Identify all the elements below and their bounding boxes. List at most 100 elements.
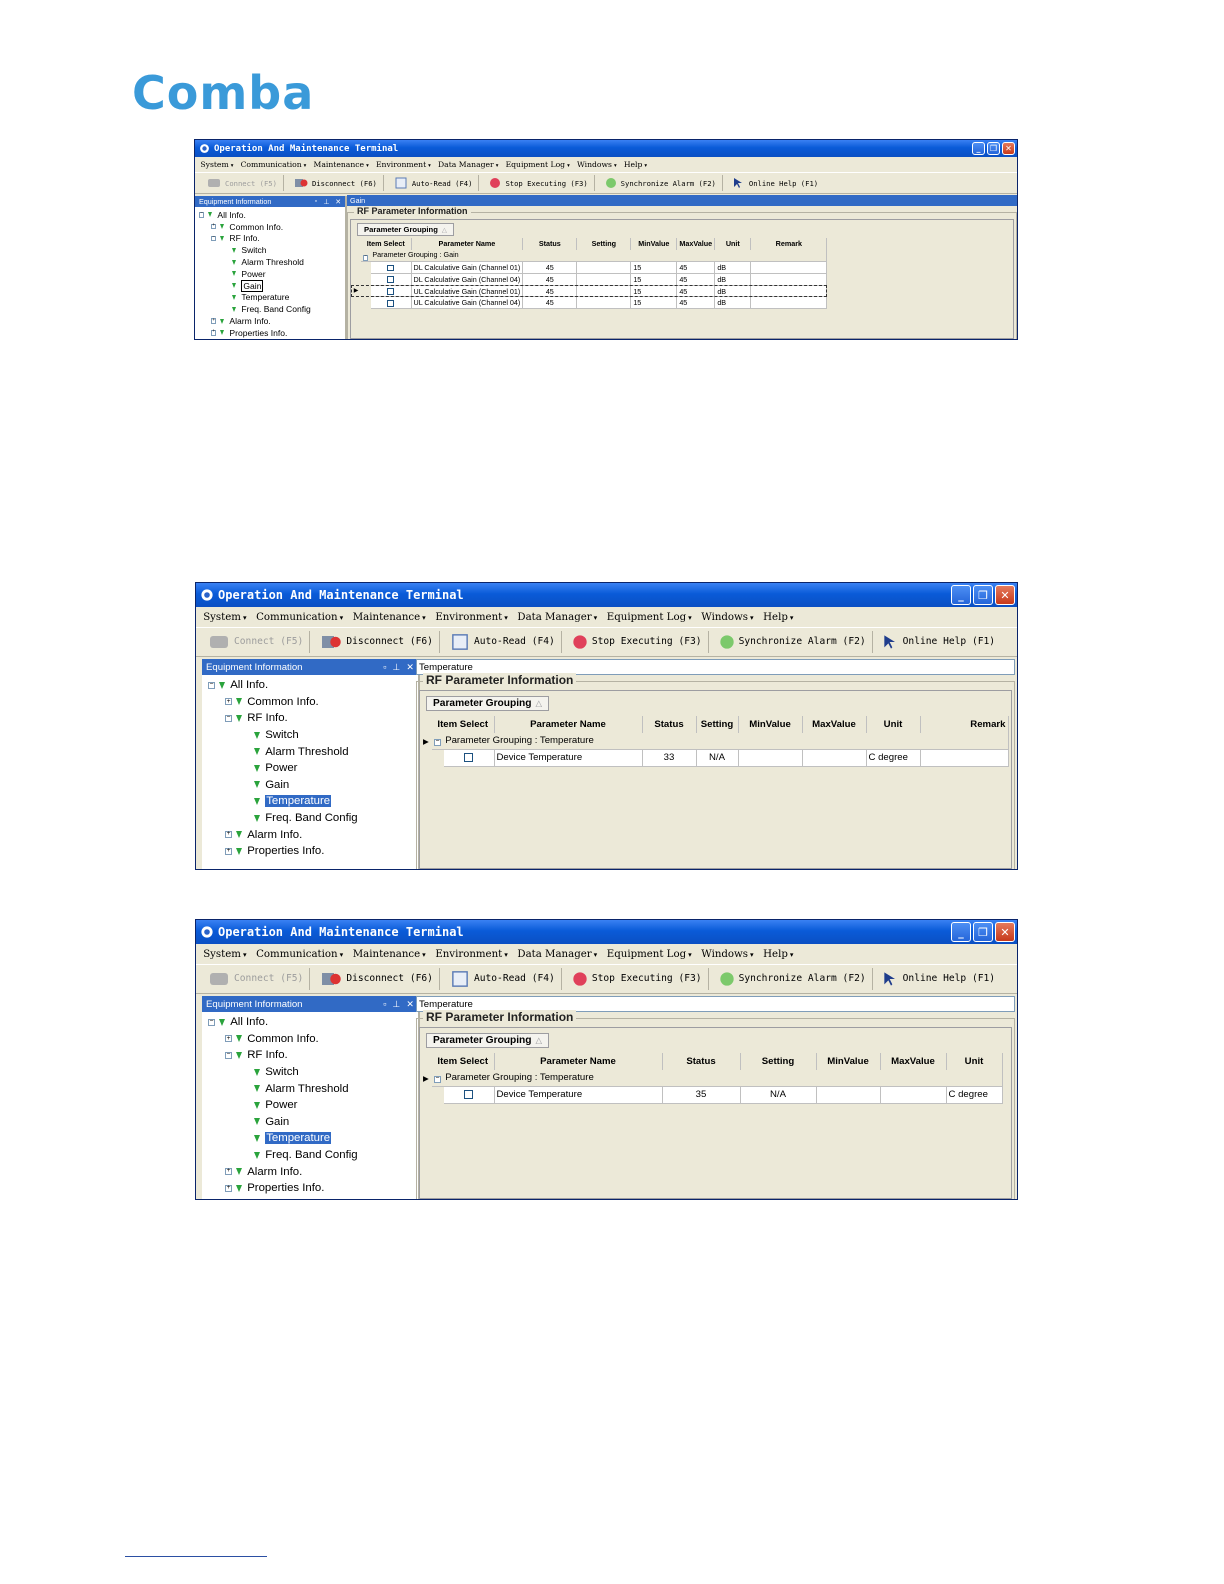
item-select-checkbox[interactable] xyxy=(464,1090,474,1100)
collapse-icon[interactable]: − xyxy=(434,1076,442,1084)
tree-item-all-info[interactable]: − All Info. xyxy=(195,209,345,221)
tree-item-alarm-threshold[interactable]: Alarm Threshold xyxy=(195,256,345,268)
tree-item-alarm-threshold[interactable]: Alarm Threshold xyxy=(202,1080,418,1097)
panel-float-icon[interactable]: ▫ xyxy=(383,999,386,1010)
expand-icon[interactable]: + xyxy=(211,318,217,324)
col-unit[interactable]: Unit xyxy=(946,1053,1003,1070)
col-status[interactable]: Status xyxy=(662,1053,741,1070)
expand-icon[interactable]: + xyxy=(225,847,233,855)
tree-item-common-info[interactable]: + Common Info. xyxy=(202,694,418,711)
menu-system[interactable]: System ▾ xyxy=(203,612,246,623)
tree-item-switch[interactable]: Switch xyxy=(202,1064,418,1081)
menu-environment[interactable]: Environment ▾ xyxy=(435,612,508,623)
tree-item-power[interactable]: Power xyxy=(202,1097,418,1114)
menu-help[interactable]: Help ▾ xyxy=(763,949,793,960)
connect-button[interactable]: Connect (F5) xyxy=(202,967,311,991)
tree-item-properties-info[interactable]: + Properties Info. xyxy=(202,1180,418,1197)
menu-equipment-log[interactable]: Equipment Log ▾ xyxy=(506,160,570,169)
close-button[interactable]: ✕ xyxy=(995,922,1015,942)
tree-item-rf-info[interactable]: − RF Info. xyxy=(195,233,345,245)
menu-communication[interactable]: Communication ▾ xyxy=(241,160,307,169)
disconnect-button[interactable]: Disconnect (F6) xyxy=(288,175,384,191)
table-row[interactable]: DL Calculative Gain (Channel 04) 45 15 4… xyxy=(351,273,828,286)
expand-icon[interactable]: + xyxy=(225,830,233,839)
menu-help[interactable]: Help ▾ xyxy=(624,160,647,169)
col-maxvalue[interactable]: MaxValue xyxy=(676,237,716,250)
panel-close-icon[interactable]: ✕ xyxy=(406,662,414,673)
tree-item-gain[interactable]: Gain xyxy=(202,777,418,794)
item-select-checkbox[interactable] xyxy=(387,288,395,296)
tree-item-temperature[interactable]: Temperature xyxy=(202,1130,418,1147)
tree-item-common-info[interactable]: + Common Info. xyxy=(195,221,345,233)
connect-button[interactable]: Connect (F5) xyxy=(201,175,284,191)
tree-item-alarm-info[interactable]: + Alarm Info. xyxy=(195,315,345,327)
item-select-checkbox[interactable] xyxy=(464,753,474,763)
restore-button[interactable]: ❐ xyxy=(987,142,1000,155)
setting-cell[interactable] xyxy=(576,296,632,310)
col-unit[interactable]: Unit xyxy=(714,237,752,250)
collapse-icon[interactable]: − xyxy=(208,1018,216,1026)
tree-item-gain[interactable]: Gain xyxy=(202,1114,418,1131)
expand-icon[interactable]: + xyxy=(225,698,233,706)
item-select-cell[interactable] xyxy=(371,261,412,274)
item-select-cell[interactable] xyxy=(444,749,495,767)
disconnect-button[interactable]: Disconnect (F6) xyxy=(314,967,440,991)
online-help-button[interactable]: Online Help (F1) xyxy=(877,631,1001,653)
item-select-cell[interactable] xyxy=(371,285,412,298)
table-row[interactable]: Device Temperature 33 N/A C degree xyxy=(420,749,1009,767)
collapse-icon[interactable]: − xyxy=(363,254,369,261)
menu-maintenance[interactable]: Maintenance ▾ xyxy=(353,949,426,960)
close-button[interactable]: ✕ xyxy=(1002,142,1015,155)
menu-equipment-log[interactable]: Equipment Log ▾ xyxy=(607,949,692,960)
col-status[interactable]: Status xyxy=(642,716,697,733)
col-parameter-name[interactable]: Parameter Name xyxy=(494,1053,663,1070)
menu-maintenance[interactable]: Maintenance ▾ xyxy=(314,160,369,169)
pin-icon[interactable]: ⊥ xyxy=(323,198,329,206)
menu-maintenance[interactable]: Maintenance ▾ xyxy=(353,612,426,623)
table-row-current[interactable]: ▶ UL Calculative Gain (Channel 01) 45 15… xyxy=(351,285,828,298)
minimize-button[interactable]: _ xyxy=(951,922,971,942)
item-select-cell[interactable] xyxy=(371,296,412,310)
menu-environment[interactable]: Environment ▾ xyxy=(376,160,431,169)
item-select-cell[interactable] xyxy=(444,1086,495,1104)
synchronize-alarm-button[interactable]: Synchronize Alarm (F2) xyxy=(599,175,723,191)
col-setting[interactable]: Setting xyxy=(740,1053,817,1070)
collapse-icon[interactable]: − xyxy=(208,681,216,689)
auto-read-button[interactable]: Auto-Read (F4) xyxy=(444,630,562,654)
tree-item-alarm-info[interactable]: + Alarm Info. xyxy=(202,1163,418,1180)
collapse-icon[interactable]: − xyxy=(434,739,442,747)
setting-cell[interactable] xyxy=(576,273,632,286)
menu-data-manager[interactable]: Data Manager ▾ xyxy=(517,949,597,960)
panel-float-icon[interactable]: ▫ xyxy=(383,662,386,673)
synchronize-alarm-button[interactable]: Synchronize Alarm (F2) xyxy=(713,967,873,991)
collapse-icon[interactable]: − xyxy=(199,211,205,218)
menu-data-manager[interactable]: Data Manager ▾ xyxy=(517,612,597,623)
collapse-icon[interactable]: − xyxy=(225,714,233,723)
tree-item-gain[interactable]: Gain xyxy=(195,279,345,292)
parameter-grouping-button[interactable]: Parameter Grouping △ xyxy=(426,696,550,712)
item-select-checkbox[interactable] xyxy=(387,264,395,272)
tree-item-alarm-threshold[interactable]: Alarm Threshold xyxy=(202,743,418,760)
col-setting[interactable]: Setting xyxy=(696,716,739,733)
col-maxvalue[interactable]: MaxValue xyxy=(802,716,867,733)
menu-data-manager[interactable]: Data Manager ▾ xyxy=(438,160,498,169)
menu-windows[interactable]: Windows ▾ xyxy=(701,612,753,623)
table-row[interactable]: Device Temperature 35 N/A C degree xyxy=(420,1086,1003,1104)
pin-icon[interactable]: ⊥ xyxy=(392,662,400,673)
auto-read-button[interactable]: Auto-Read (F4) xyxy=(388,175,480,191)
item-select-checkbox[interactable] xyxy=(387,276,395,284)
setting-cell[interactable] xyxy=(576,261,632,274)
stop-executing-button[interactable]: Stop Executing (F3) xyxy=(483,175,595,191)
expand-icon[interactable]: + xyxy=(211,329,217,336)
expand-icon[interactable]: + xyxy=(211,223,217,230)
col-item-select[interactable]: Item Select xyxy=(432,1053,495,1070)
tree-item-properties-info[interactable]: + Properties Info. xyxy=(195,327,345,339)
col-maxvalue[interactable]: MaxValue xyxy=(880,1053,947,1070)
table-row[interactable]: DL Calculative Gain (Channel 01) 45 15 4… xyxy=(351,261,828,274)
tree-item-temperature[interactable]: Temperature xyxy=(202,793,418,810)
menu-windows[interactable]: Windows ▾ xyxy=(701,949,753,960)
menu-windows[interactable]: Windows ▾ xyxy=(577,160,617,169)
tree-item-all-info[interactable]: − All Info. xyxy=(202,677,418,694)
table-row[interactable]: UL Calculative Gain (Channel 04) 45 15 4… xyxy=(351,296,828,310)
panel-float-icon[interactable]: ▫ xyxy=(315,198,317,206)
